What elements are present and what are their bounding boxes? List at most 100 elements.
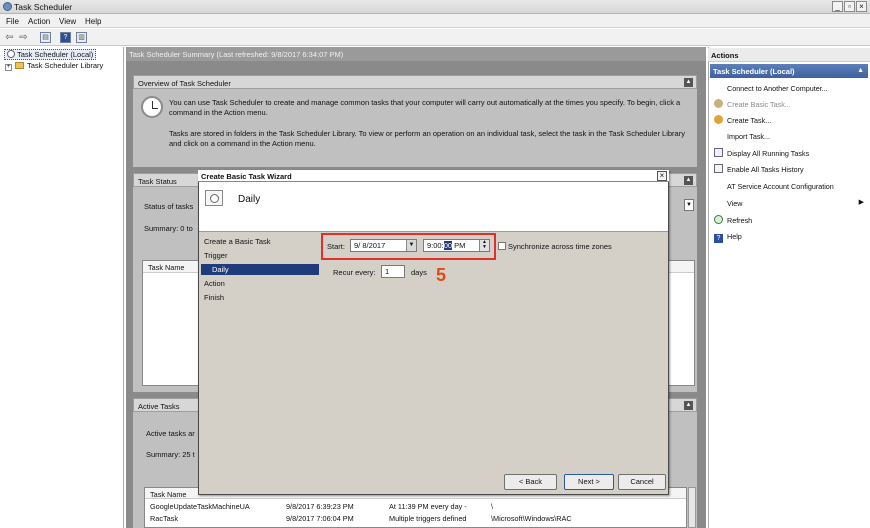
- step-trigger[interactable]: Trigger: [204, 251, 227, 260]
- menu-file[interactable]: File: [6, 17, 19, 26]
- action-at-service[interactable]: AT Service Account Configuration: [714, 181, 834, 191]
- close-icon[interactable]: ×: [657, 171, 667, 181]
- recur-unit: days: [411, 268, 427, 277]
- sync-label: Synchronize across time zones: [508, 242, 612, 251]
- collapse-icon[interactable]: ▲: [684, 78, 693, 87]
- active-tasks-label: Active tasks ar: [146, 429, 195, 438]
- window-title: Task Scheduler: [14, 2, 73, 12]
- step-action[interactable]: Action: [204, 279, 225, 288]
- step-finish[interactable]: Finish: [204, 293, 224, 302]
- minimize-button[interactable]: _: [832, 1, 843, 12]
- start-time-suffix: PM: [452, 241, 466, 250]
- submenu-arrow-icon: ▶: [858, 199, 864, 206]
- overview-text-2: Tasks are stored in folders in the Task …: [169, 129, 685, 148]
- menu-view[interactable]: View: [59, 17, 76, 26]
- step-create-basic-task[interactable]: Create a Basic Task: [204, 237, 271, 246]
- toolbar: ⇦ ⇨ ▤ ? ▥: [0, 29, 870, 46]
- action-label: AT Service Account Configuration: [727, 182, 834, 191]
- action-label: Create Task...: [727, 116, 772, 125]
- overview-text-1: You can use Task Scheduler to create and…: [169, 98, 681, 117]
- overview-section-header[interactable]: Overview of Task Scheduler ▲: [133, 75, 697, 89]
- cancel-button[interactable]: Cancel: [618, 474, 666, 490]
- start-label: Start:: [327, 242, 345, 251]
- task-status-title: Task Status: [138, 177, 177, 186]
- start-date-value: 9/ 8/2017: [354, 241, 386, 250]
- tree-item-library[interactable]: + Task Scheduler Library: [5, 61, 103, 71]
- action-help[interactable]: ? Help: [714, 232, 742, 243]
- blank-icon: [714, 198, 723, 207]
- action-import-task[interactable]: Import Task...: [714, 131, 770, 141]
- sync-checkbox[interactable]: [498, 242, 506, 250]
- start-time-prefix: 9:00:: [427, 241, 444, 250]
- wizard-header: [199, 182, 668, 232]
- scrollbar[interactable]: [688, 487, 696, 528]
- close-button[interactable]: ×: [856, 1, 867, 12]
- row-next-run: 9/8/2017 6:39:23 PM: [286, 502, 354, 511]
- col-task-name[interactable]: Task Name: [150, 490, 187, 499]
- action-view[interactable]: View ▶: [714, 198, 864, 208]
- blank-icon: [714, 83, 723, 92]
- row-triggers: Multiple triggers defined: [389, 514, 467, 523]
- help-icon[interactable]: ?: [60, 32, 71, 43]
- task-scheduler-app-icon: [3, 2, 12, 11]
- folder-icon: [15, 62, 24, 69]
- collapse-icon[interactable]: ▲: [684, 401, 693, 410]
- create-task-icon: [714, 115, 723, 124]
- action-connect[interactable]: Connect to Another Computer...: [714, 83, 828, 93]
- row-location: \: [491, 502, 494, 511]
- action-refresh[interactable]: Refresh: [714, 215, 752, 225]
- step-daily[interactable]: Daily: [201, 264, 319, 275]
- wizard-steps: Create a Basic Task Trigger Daily Action…: [199, 233, 321, 494]
- expand-icon[interactable]: +: [5, 64, 12, 71]
- maximize-button[interactable]: ▫: [844, 1, 855, 12]
- chevron-down-icon[interactable]: ▼: [684, 199, 694, 211]
- back-button[interactable]: < Back: [504, 474, 557, 490]
- wizard-title: Create Basic Task Wizard: [198, 170, 669, 182]
- running-tasks-icon: [714, 148, 723, 157]
- collapse-icon[interactable]: ▲: [684, 176, 693, 185]
- actions-subheader-label: Task Scheduler (Local): [713, 67, 795, 76]
- action-create-basic-task[interactable]: Create Basic Task...: [714, 99, 791, 109]
- collapse-icon[interactable]: ▲: [857, 67, 864, 74]
- tree-item-local[interactable]: Task Scheduler (Local): [4, 49, 97, 60]
- blank-icon: [714, 131, 723, 140]
- blank-icon: [714, 181, 723, 190]
- action-pane-icon[interactable]: ▥: [76, 32, 87, 43]
- action-label: Refresh: [727, 216, 753, 225]
- chevron-down-icon[interactable]: ▼: [406, 240, 416, 251]
- overview-section-body: You can use Task Scheduler to create and…: [133, 89, 697, 167]
- time-spinner[interactable]: ▲ ▼: [479, 240, 489, 251]
- action-enable-history[interactable]: Enable All Tasks History: [714, 164, 804, 174]
- row-triggers: At 11:39 PM every day -: [389, 502, 467, 511]
- history-icon: [714, 164, 723, 173]
- action-label: Help: [727, 232, 742, 241]
- action-label: Import Task...: [727, 132, 771, 141]
- clock-icon: [7, 50, 15, 58]
- action-label: Enable All Tasks History: [727, 165, 804, 174]
- start-time-field[interactable]: 9:00:00 PM ▲ ▼: [423, 239, 490, 252]
- row-task-name: RacTask: [150, 514, 178, 523]
- overview-title: Overview of Task Scheduler: [138, 79, 231, 88]
- menu-help[interactable]: Help: [85, 17, 101, 26]
- task-status-summary: Summary: 0 to: [144, 224, 193, 233]
- row-location: \Microsoft\Windows\RAC: [491, 514, 572, 523]
- actions-subheader[interactable]: Task Scheduler (Local) ▲: [710, 64, 868, 78]
- next-button[interactable]: Next >: [564, 474, 614, 490]
- actions-title: Actions: [708, 48, 870, 62]
- action-display-running[interactable]: Display All Running Tasks: [714, 148, 809, 158]
- console-tree: Task Scheduler (Local) + Task Scheduler L…: [0, 47, 124, 528]
- start-time-selected: 00: [443, 241, 453, 250]
- menu-bar: File Action View Help: [0, 14, 870, 28]
- console-tree-icon[interactable]: ▤: [40, 32, 51, 43]
- recur-input[interactable]: 1: [381, 265, 405, 278]
- action-create-task[interactable]: Create Task...: [714, 115, 771, 125]
- action-label: View: [727, 199, 743, 208]
- start-date-field[interactable]: 9/ 8/2017 ▼: [350, 239, 417, 252]
- back-arrow-icon[interactable]: ⇦: [4, 32, 15, 43]
- recur-label: Recur every:: [333, 268, 376, 277]
- col-task-name[interactable]: Task Name: [148, 263, 185, 272]
- forward-arrow-icon[interactable]: ⇨: [18, 32, 29, 43]
- refresh-icon: [714, 215, 723, 224]
- action-label: Create Basic Task...: [727, 100, 791, 109]
- menu-action[interactable]: Action: [28, 17, 50, 26]
